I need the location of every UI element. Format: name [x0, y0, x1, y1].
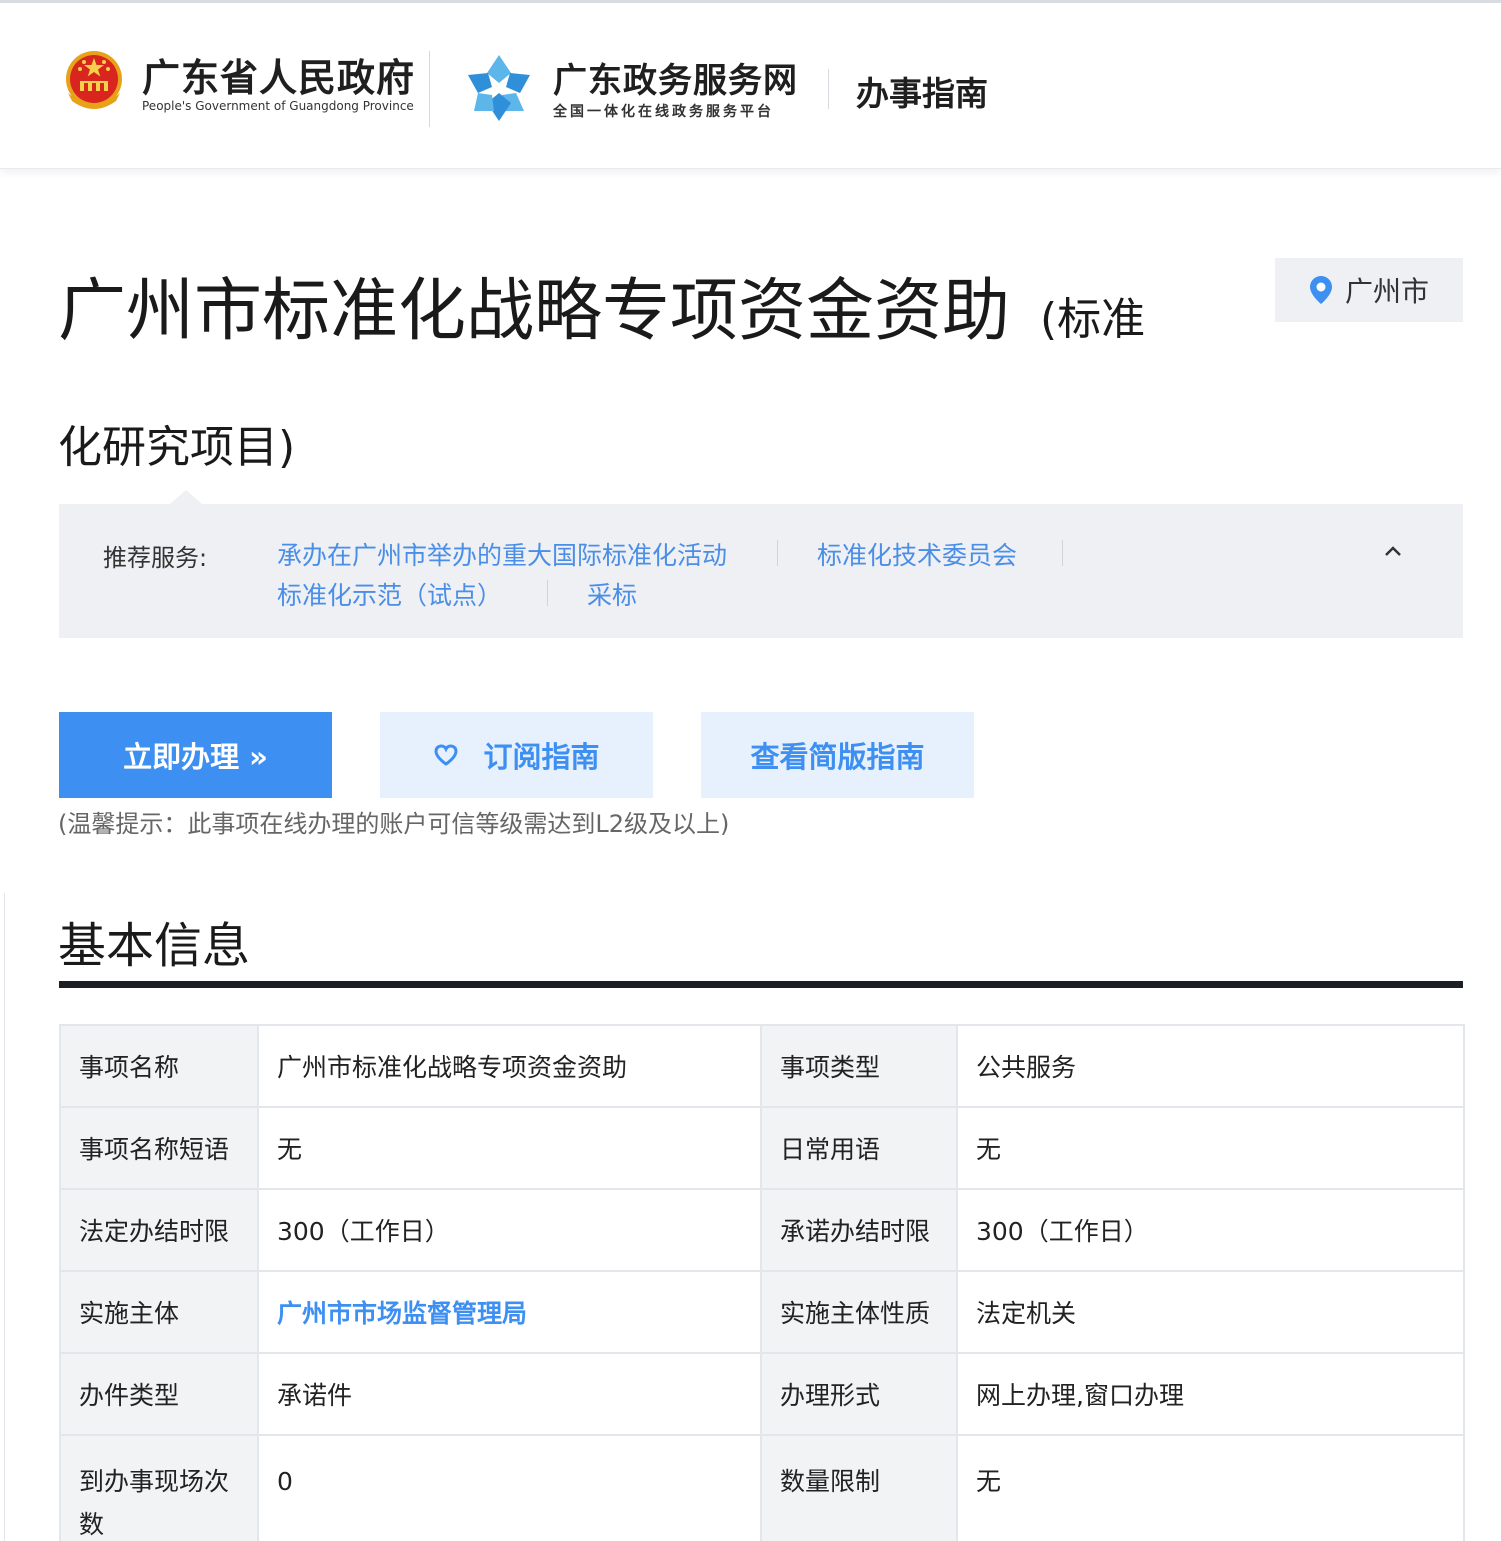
gov-subtitle: People's Government of Guangdong Provinc…	[142, 99, 414, 113]
recommend-link[interactable]: 标准化技术委员会	[817, 536, 1017, 572]
table-row: 法定办结时限 300（工作日） 承诺办结时限 300（工作日）	[59, 1188, 1465, 1272]
page-title: 广州市标准化战略专项资金资助 (标准化研究项目)	[58, 252, 1178, 508]
field-label: 事项名称	[59, 1024, 259, 1108]
field-label: 到办事现场次数	[59, 1434, 259, 1541]
recommend-separator	[777, 540, 778, 566]
section-underline	[59, 981, 1463, 988]
field-value: 无	[956, 1434, 1465, 1541]
recommend-pointer	[170, 490, 202, 504]
field-label: 办理形式	[760, 1352, 958, 1436]
field-value: 0	[257, 1434, 762, 1541]
simple-guide-button[interactable]: 查看简版指南	[701, 712, 974, 798]
field-value: 300（工作日）	[956, 1188, 1465, 1272]
recommend-panel: 推荐服务: 承办在广州市举办的重大国际标准化活动 标准化技术委员会 标准化示范（…	[59, 504, 1463, 638]
field-value: 广州市标准化战略专项资金资助	[257, 1024, 762, 1108]
left-rule	[4, 893, 5, 1541]
header-divider	[828, 69, 829, 109]
implementing-agency-link[interactable]: 广州市市场监督管理局	[277, 1299, 527, 1328]
heart-icon	[434, 744, 458, 766]
recommend-separator	[1062, 540, 1063, 566]
recommend-link[interactable]: 承办在广州市举办的重大国际标准化活动	[277, 536, 727, 572]
field-label: 实施主体	[59, 1270, 259, 1354]
page-title-main: 广州市标准化战略专项资金资助	[58, 272, 1011, 351]
recommend-label: 推荐服务:	[103, 544, 208, 572]
basic-info-title: 基本信息	[58, 918, 251, 974]
header-divider	[429, 51, 430, 127]
location-badge[interactable]: 广州市	[1275, 258, 1463, 322]
recommend-link[interactable]: 采标	[587, 576, 637, 612]
recommend-separator	[547, 580, 548, 606]
field-value: 网上办理,窗口办理	[956, 1352, 1465, 1436]
national-emblem-icon	[66, 51, 122, 109]
table-row: 到办事现场次数 0 数量限制 无	[59, 1434, 1465, 1541]
chevron-up-icon[interactable]	[1381, 540, 1405, 564]
service-subtitle: 全国一体化在线政务服务平台	[553, 104, 774, 120]
field-label: 日常用语	[760, 1106, 958, 1190]
table-row: 事项名称短语 无 日常用语 无	[59, 1106, 1465, 1190]
subscribe-guide-label: 订阅指南	[483, 740, 600, 774]
field-value: 公共服务	[956, 1024, 1465, 1108]
site-header: 广东省人民政府 People's Government of Guangdong…	[0, 3, 1501, 169]
service-title[interactable]: 广东政务服务网	[553, 53, 798, 102]
field-value: 无	[257, 1106, 762, 1190]
service-logo-icon	[468, 55, 530, 121]
field-value: 广州市市场监督管理局	[257, 1270, 762, 1354]
field-label: 事项名称短语	[59, 1106, 259, 1190]
section-label: 办事指南	[856, 74, 988, 113]
field-label: 法定办结时限	[59, 1188, 259, 1272]
table-row: 事项名称 广州市标准化战略专项资金资助 事项类型 公共服务	[59, 1024, 1465, 1108]
field-value: 无	[956, 1106, 1465, 1190]
field-label: 承诺办结时限	[760, 1188, 958, 1272]
subscribe-guide-button[interactable]: 订阅指南	[380, 712, 653, 798]
table-row: 办件类型 承诺件 办理形式 网上办理,窗口办理	[59, 1352, 1465, 1436]
field-value: 法定机关	[956, 1270, 1465, 1354]
recommend-link[interactable]: 标准化示范（试点）	[277, 576, 502, 612]
field-label: 办件类型	[59, 1352, 259, 1436]
location-label: 广州市	[1344, 275, 1429, 308]
location-pin-icon	[1309, 276, 1332, 304]
field-value: 300（工作日）	[257, 1188, 762, 1272]
field-value: 承诺件	[257, 1352, 762, 1436]
field-label: 数量限制	[760, 1434, 958, 1541]
trust-level-tip: (温馨提示：此事项在线办理的账户可信等级需达到L2级及以上)	[58, 810, 730, 838]
field-label: 实施主体性质	[760, 1270, 958, 1354]
gov-title[interactable]: 广东省人民政府	[142, 47, 415, 102]
apply-now-button[interactable]: 立即办理 »	[59, 712, 332, 798]
basic-info-table: 事项名称 广州市标准化战略专项资金资助 事项类型 公共服务 事项名称短语 无 日…	[59, 1024, 1465, 1541]
field-label: 事项类型	[760, 1024, 958, 1108]
table-row: 实施主体 广州市市场监督管理局 实施主体性质 法定机关	[59, 1270, 1465, 1354]
